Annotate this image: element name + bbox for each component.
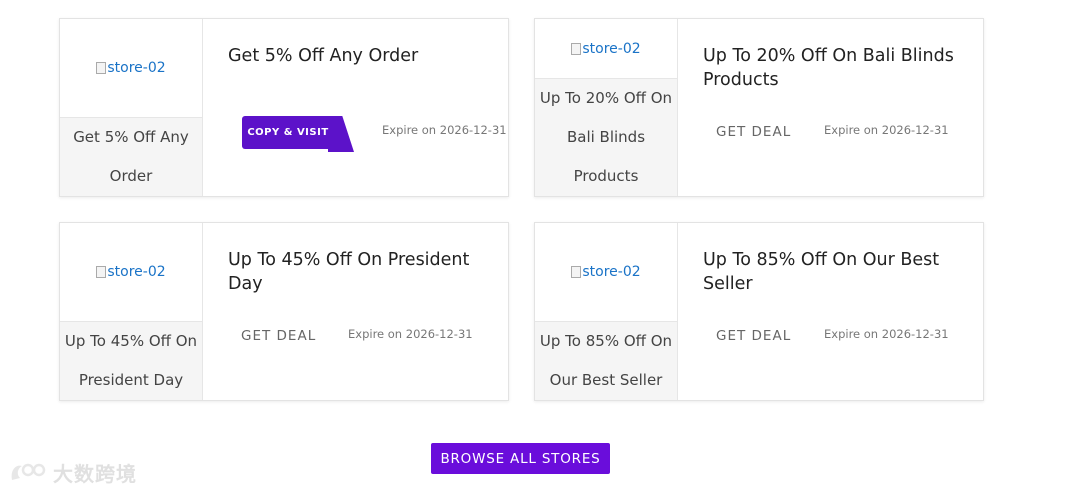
card-caption: Up To 45% Off On President Day <box>60 322 202 400</box>
get-deal-button[interactable]: GET DEAL <box>241 328 316 344</box>
coupon-card: store-02 Get 5% Off Any Order Get 5% Off… <box>59 18 509 197</box>
get-deal-button[interactable]: GET DEAL <box>716 124 791 140</box>
store-logo[interactable]: store-02 <box>535 19 677 79</box>
watermark: 大数跨境 <box>8 456 137 488</box>
broken-image-icon <box>571 266 582 278</box>
expire-date: Expire on 2026-12-31 <box>382 123 507 137</box>
card-left-panel: store-02 Up To 45% Off On President Day <box>60 223 203 400</box>
broken-image-icon <box>571 42 582 55</box>
card-right-panel: Get 5% Off Any Order COPY & VISIT Expire… <box>203 19 508 196</box>
watermark-logo-icon <box>11 463 46 480</box>
card-left-panel: store-02 Up To 85% Off On Our Best Selle… <box>535 223 678 400</box>
coupon-card: store-02 Up To 20% Off On Bali Blinds Pr… <box>534 18 984 197</box>
expire-date: Expire on 2026-12-31 <box>824 123 949 137</box>
store-logo-alt: store-02 <box>582 264 641 280</box>
offer-title[interactable]: Get 5% Off Any Order <box>228 44 494 68</box>
card-left-panel: store-02 Get 5% Off Any Order <box>60 19 203 196</box>
card-caption: Up To 85% Off On Our Best Seller <box>535 322 677 400</box>
copy-and-visit-button[interactable]: COPY & VISIT <box>242 116 354 152</box>
card-caption: Get 5% Off Any Order <box>60 118 202 196</box>
store-logo-alt: store-02 <box>107 60 166 76</box>
coupon-card: store-02 Up To 85% Off On Our Best Selle… <box>534 222 984 401</box>
broken-image-icon <box>96 266 107 278</box>
card-caption: Up To 20% Off On Bali Blinds Products <box>535 79 677 196</box>
coupon-card: store-02 Up To 45% Off On President Day … <box>59 222 509 401</box>
offer-title[interactable]: Up To 20% Off On Bali Blinds Products <box>703 44 969 92</box>
get-deal-button[interactable]: GET DEAL <box>716 328 791 344</box>
store-logo-alt: store-02 <box>582 40 641 57</box>
offer-title[interactable]: Up To 45% Off On President Day <box>228 248 494 296</box>
copy-button-label: COPY & VISIT <box>242 116 334 149</box>
store-logo-alt: store-02 <box>107 264 166 280</box>
store-logo[interactable]: store-02 <box>535 223 677 322</box>
card-right-panel: Up To 85% Off On Our Best Seller GET DEA… <box>678 223 983 400</box>
watermark-text: 大数跨境 <box>53 461 137 486</box>
card-right-panel: Up To 45% Off On President Day GET DEAL … <box>203 223 508 400</box>
store-logo[interactable]: store-02 <box>60 19 202 118</box>
store-logo[interactable]: store-02 <box>60 223 202 322</box>
offer-title[interactable]: Up To 85% Off On Our Best Seller <box>703 248 969 296</box>
browse-all-stores-button[interactable]: BROWSE ALL STORES <box>431 443 610 474</box>
card-right-panel: Up To 20% Off On Bali Blinds Products GE… <box>678 19 983 196</box>
expire-date: Expire on 2026-12-31 <box>824 327 949 341</box>
broken-image-icon <box>96 62 107 74</box>
expire-date: Expire on 2026-12-31 <box>348 327 473 341</box>
card-left-panel: store-02 Up To 20% Off On Bali Blinds Pr… <box>535 19 678 196</box>
